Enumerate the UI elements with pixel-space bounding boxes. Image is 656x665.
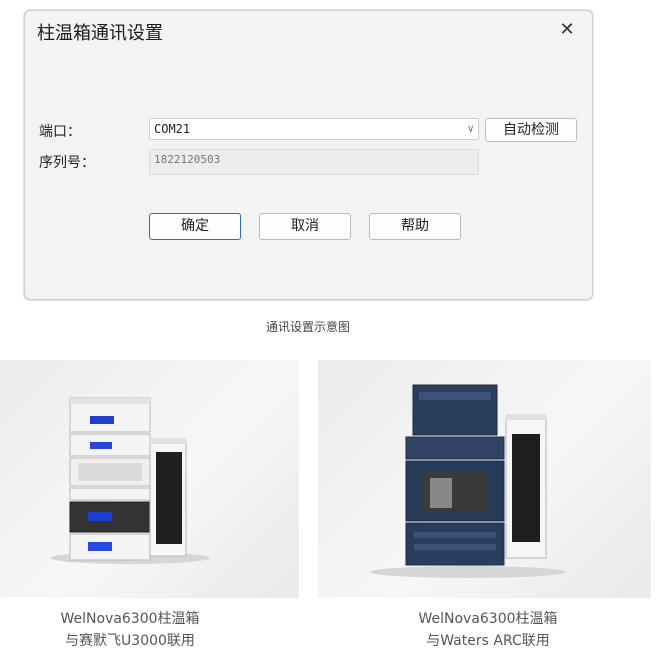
port-select[interactable]: COM21 ∨ [149,118,479,140]
close-icon[interactable]: ✕ [556,19,578,41]
product-caption-1-line2: 与赛默飞U3000联用 [65,633,195,649]
figure-caption: 通讯设置示意图 [265,320,350,334]
product-caption-2-line1: WelNova6300柱温箱 [418,611,558,627]
auto-detect-button[interactable]: 自动检测 [485,118,577,142]
product-photo-waters-arc [318,360,651,598]
product-photo-u3000 [0,360,299,598]
help-button[interactable]: 帮助 [369,213,461,240]
cancel-button[interactable]: 取消 [259,213,351,240]
port-label: 端口： [39,124,81,140]
product-caption-1: WelNova6300柱温箱 与赛默飞U3000联用 [20,608,240,652]
comm-settings-dialog: 柱温箱通讯设置 ✕ 端口： COM21 ∨ 自动检测 序列号： 18221205… [24,10,593,300]
serial-number-field: 1822120503 [149,149,479,175]
product-caption-2: WelNova6300柱温箱 与Waters ARC联用 [378,608,598,652]
port-value: COM21 [154,122,191,136]
chevron-down-icon: ∨ [467,122,474,135]
serial-label: 序列号： [39,155,95,171]
product-caption-2-line2: 与Waters ARC联用 [426,633,550,649]
product-caption-1-line1: WelNova6300柱温箱 [60,611,200,627]
dialog-title: 柱温箱通讯设置 [37,23,163,44]
ok-button[interactable]: 确定 [149,213,241,240]
